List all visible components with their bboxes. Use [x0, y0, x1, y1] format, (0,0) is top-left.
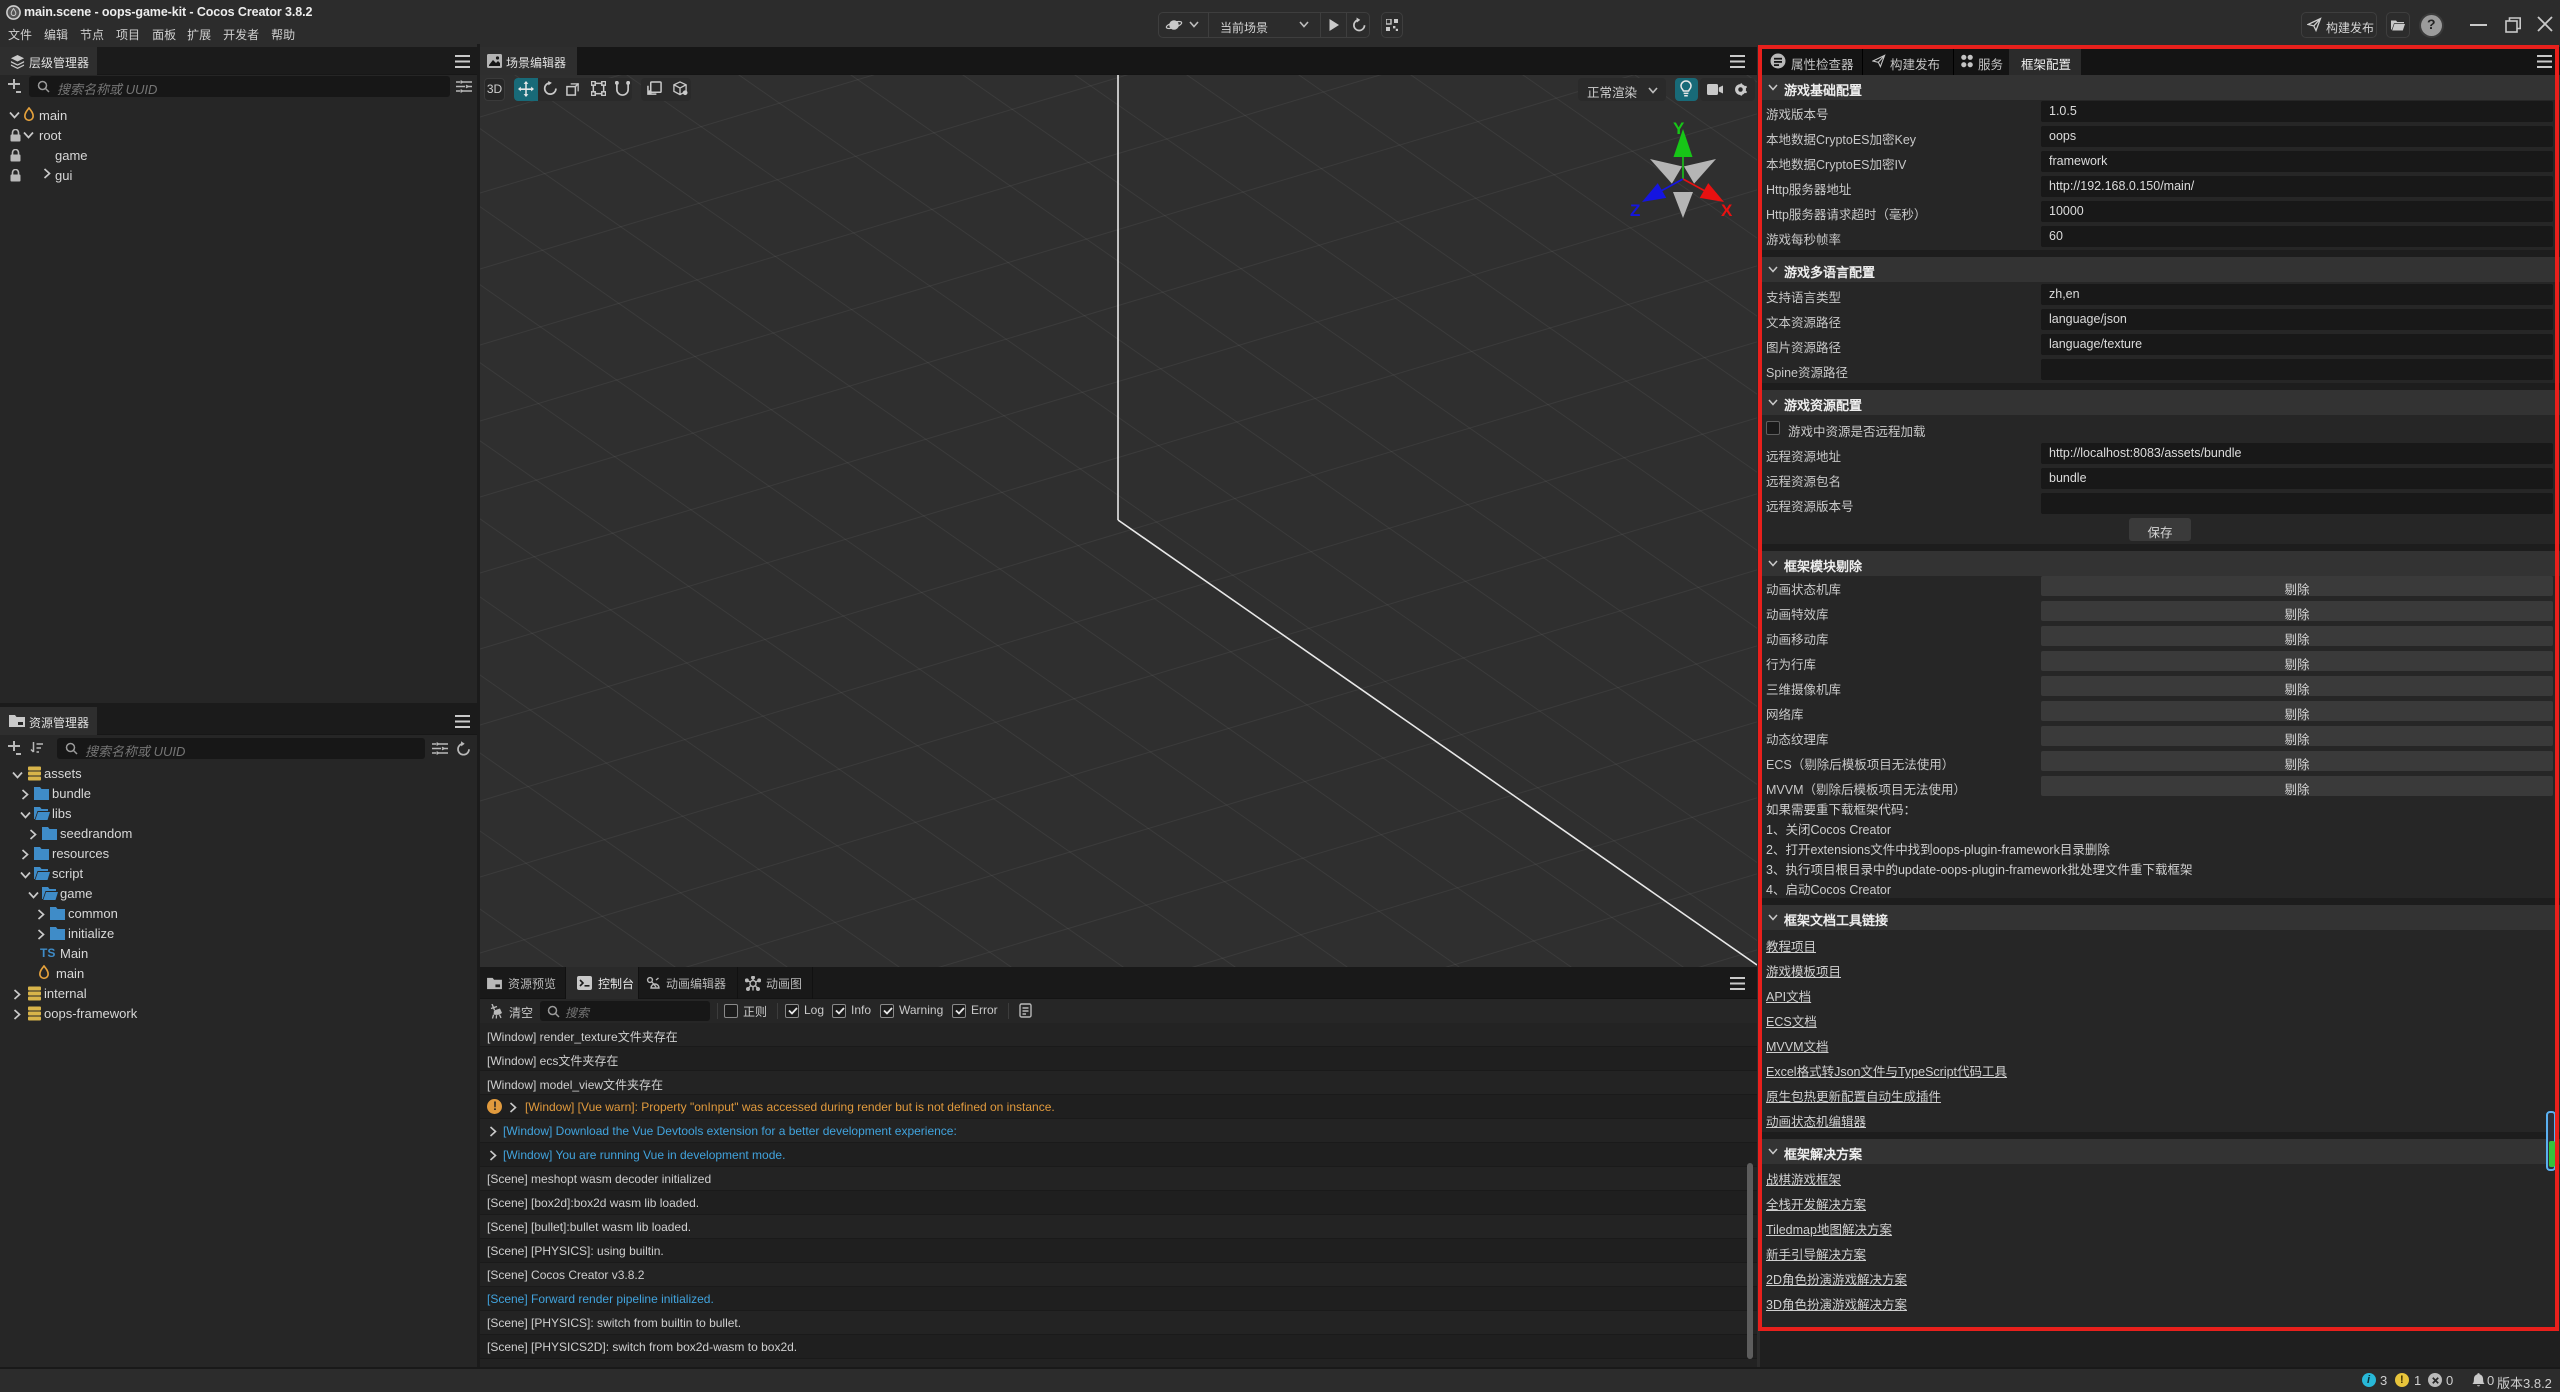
- svg-text:Y: Y: [1673, 119, 1685, 138]
- svg-text:X: X: [1721, 201, 1733, 220]
- svg-text:Z: Z: [1630, 201, 1640, 220]
